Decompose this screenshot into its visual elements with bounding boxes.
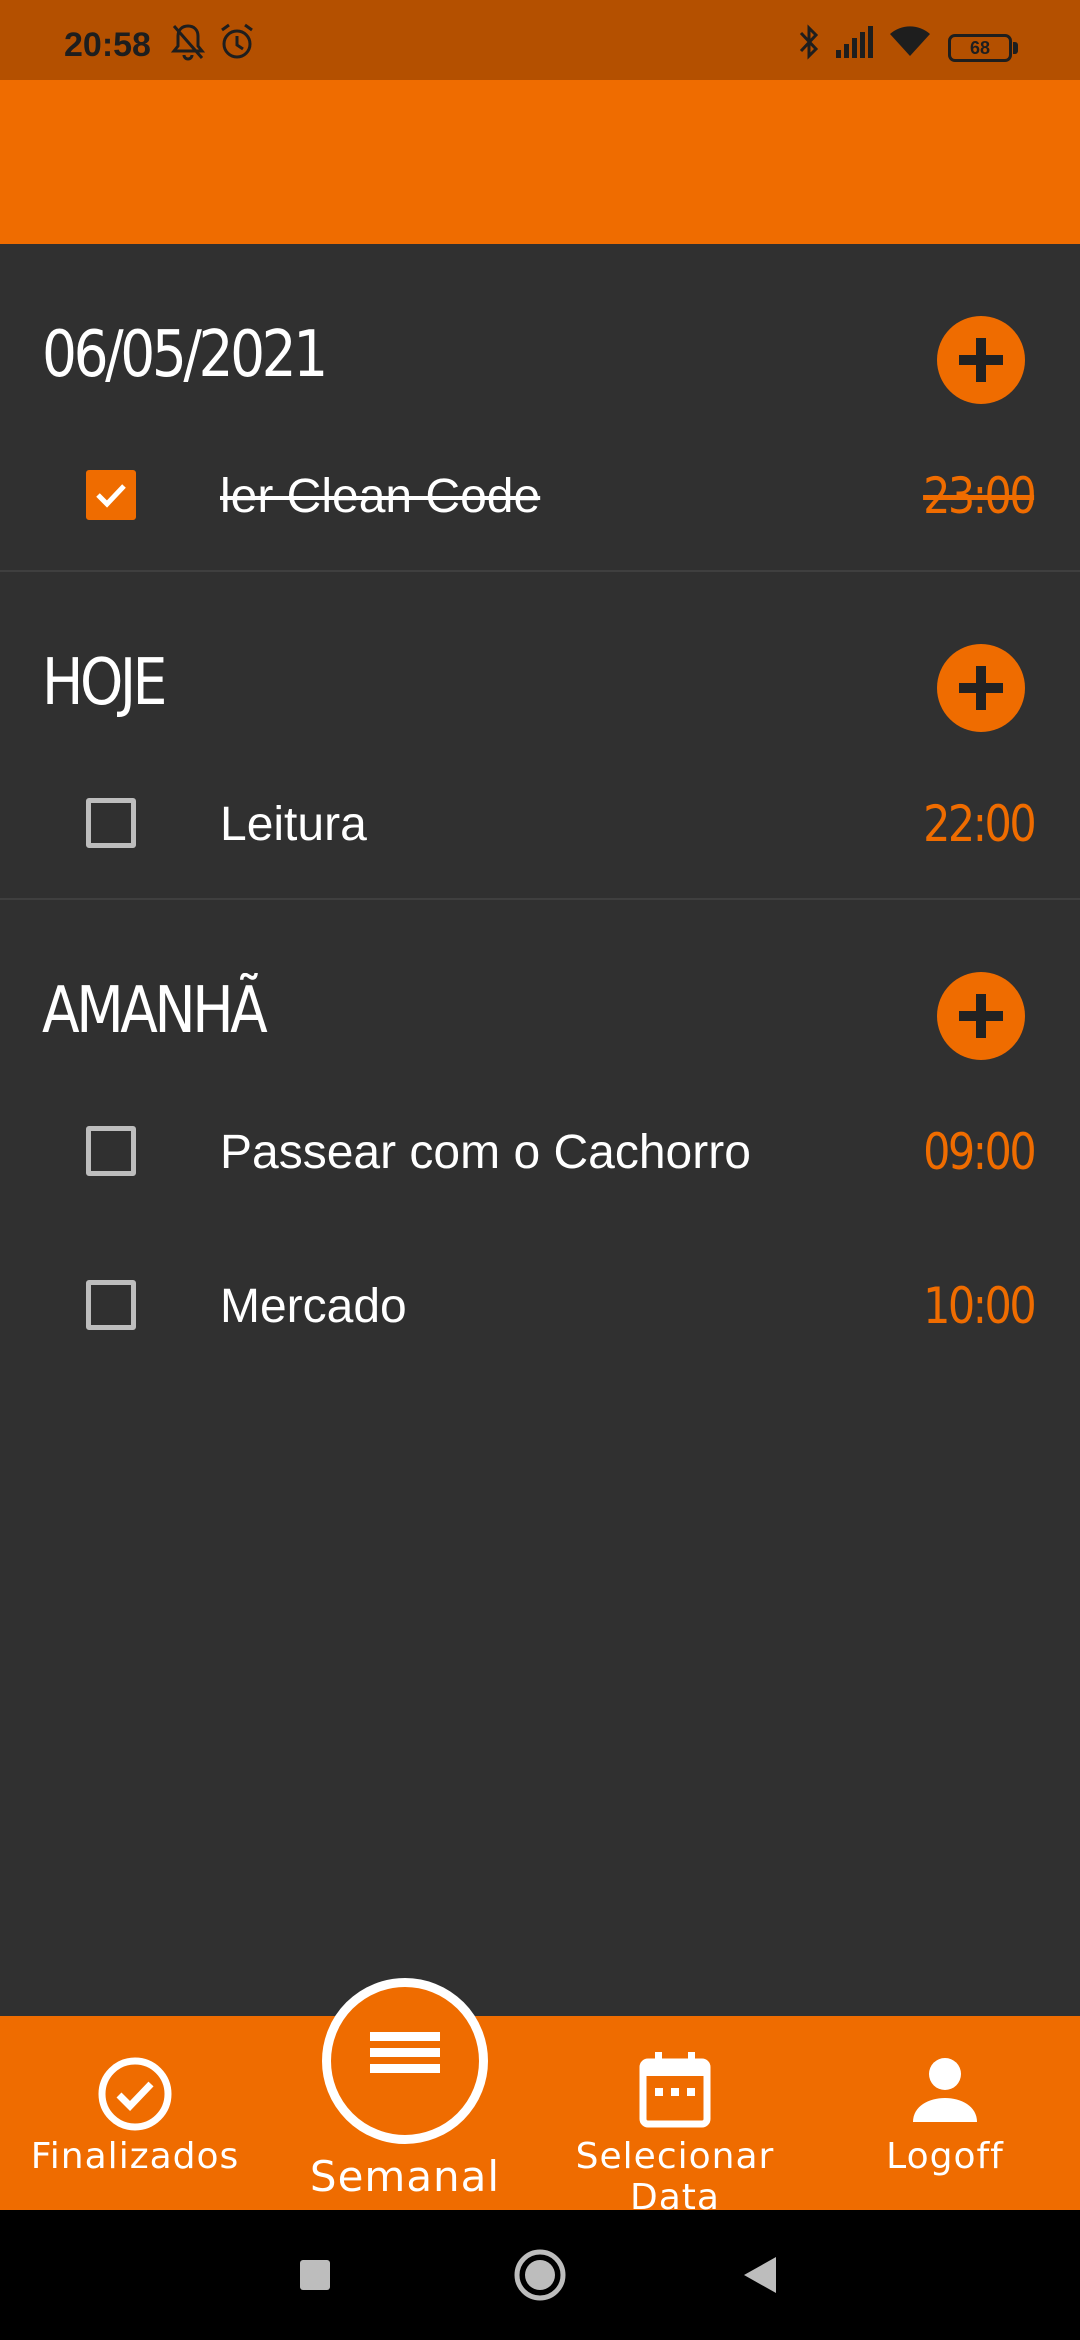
status-bar: 20:58 68 bbox=[0, 0, 1080, 80]
nav-finalizados[interactable]: Finalizados bbox=[0, 2016, 270, 2210]
task-checkbox[interactable] bbox=[86, 1280, 136, 1330]
nav-label: Logoff bbox=[886, 2136, 1004, 2177]
list-icon bbox=[370, 2032, 440, 2073]
task-row[interactable]: Leitura 22:00 bbox=[0, 773, 1080, 873]
section-amanha: AMANHÃ Passear com o Cachorro 09:00 Merc… bbox=[0, 900, 1080, 1400]
task-time: 22:00 bbox=[922, 795, 1037, 853]
nav-selecionar-data[interactable]: Selecionar Data bbox=[540, 2016, 810, 2218]
section-hoje: HOJE Leitura 22:00 bbox=[0, 572, 1080, 900]
recents-icon[interactable] bbox=[298, 2258, 332, 2292]
signal-icon bbox=[836, 26, 873, 58]
calendar-icon bbox=[639, 2052, 711, 2128]
task-time: 23:00 bbox=[922, 467, 1037, 525]
status-time: 20:58 bbox=[64, 26, 151, 64]
person-icon bbox=[913, 2058, 977, 2122]
battery-tip bbox=[1013, 42, 1018, 54]
section-title: 06/05/2021 bbox=[42, 318, 328, 392]
semanal-circle-button[interactable] bbox=[322, 1978, 488, 2144]
add-task-button[interactable] bbox=[937, 644, 1025, 732]
system-nav-bar bbox=[0, 2210, 1080, 2340]
section-date: 06/05/2021 ler Clean Code 23:00 bbox=[0, 244, 1080, 572]
task-checkbox[interactable] bbox=[86, 470, 136, 520]
section-title: AMANHÃ bbox=[42, 974, 268, 1048]
bell-off-icon bbox=[170, 24, 206, 61]
check-circle-icon bbox=[98, 2057, 172, 2131]
bottom-nav: Finalizados Semanal Selecionar Data Logo… bbox=[0, 2016, 1080, 2218]
nav-logoff[interactable]: Logoff bbox=[810, 2016, 1080, 2210]
task-checkbox[interactable] bbox=[86, 1126, 136, 1176]
wifi-icon bbox=[890, 26, 930, 56]
task-label: Leitura bbox=[220, 798, 367, 851]
task-time: 09:00 bbox=[922, 1123, 1037, 1181]
add-task-button[interactable] bbox=[937, 316, 1025, 404]
section-title: HOJE bbox=[42, 646, 167, 720]
app-bar bbox=[0, 80, 1080, 244]
nav-label: Selecionar Data bbox=[575, 2136, 775, 2218]
home-icon[interactable] bbox=[513, 2248, 567, 2302]
task-time: 10:00 bbox=[922, 1277, 1037, 1335]
task-label: Passear com o Cachorro bbox=[220, 1126, 751, 1179]
task-row[interactable]: ler Clean Code 23:00 bbox=[0, 445, 1080, 545]
battery-level: 68 bbox=[969, 38, 991, 58]
nav-label: Semanal bbox=[309, 2152, 501, 2201]
nav-label: Finalizados bbox=[30, 2136, 240, 2177]
task-label: Mercado bbox=[220, 1280, 407, 1333]
battery-icon: 68 bbox=[948, 34, 1012, 62]
task-checkbox[interactable] bbox=[86, 798, 136, 848]
task-row[interactable]: Passear com o Cachorro 09:00 bbox=[0, 1101, 1080, 1201]
task-label: ler Clean Code bbox=[220, 470, 541, 523]
task-row[interactable]: Mercado 10:00 bbox=[0, 1255, 1080, 1355]
check-icon bbox=[96, 484, 126, 508]
add-task-button[interactable] bbox=[937, 972, 1025, 1060]
back-icon[interactable] bbox=[742, 2255, 778, 2295]
bluetooth-icon bbox=[799, 24, 819, 60]
alarm-icon bbox=[221, 23, 253, 59]
